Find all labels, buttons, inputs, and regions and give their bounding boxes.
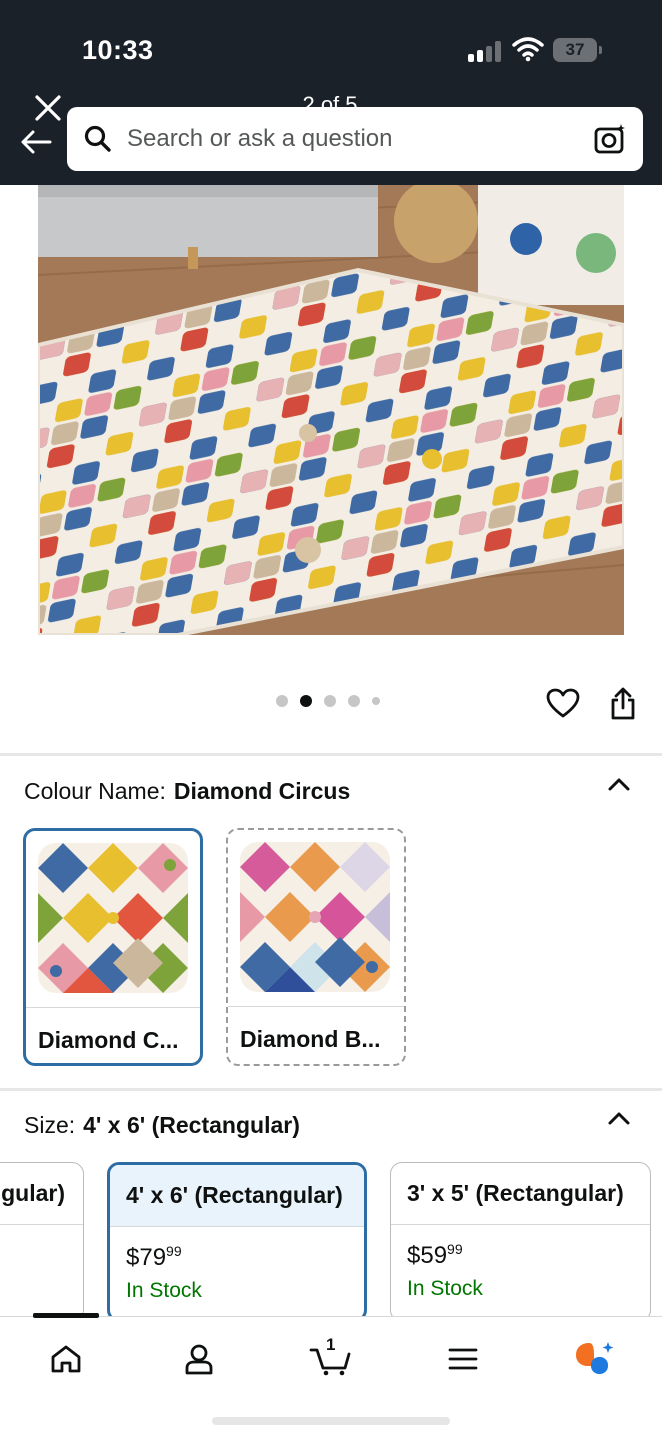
colour-name-label: Colour Name: — [24, 778, 166, 804]
size-option-stock: In Stock — [126, 1279, 202, 1302]
swatch-label: Diamond C... — [38, 1027, 179, 1053]
cellular-signal-icon — [468, 40, 504, 62]
product-image[interactable] — [38, 185, 624, 635]
colour-swatch-diamond-circus[interactable]: Diamond C... — [23, 828, 203, 1066]
swatch-label: Diamond B... — [240, 1026, 381, 1052]
section-divider — [0, 753, 662, 756]
size-option-4x6[interactable]: 4' x 6' (Rectangular) $7999 In Stock — [107, 1162, 367, 1322]
colour-name-heading: Colour Name: Diamond Circus — [24, 778, 350, 805]
account-icon — [185, 1344, 213, 1375]
nav-account[interactable] — [171, 1335, 227, 1383]
rug-pattern-thumbnail — [240, 842, 390, 992]
size-option-price: $7999 — [126, 1243, 182, 1272]
search-icon — [84, 125, 111, 152]
share-icon — [611, 687, 635, 720]
search-bar[interactable] — [67, 107, 643, 171]
size-option-stock: In Stock — [407, 1277, 483, 1300]
size-value: 4' x 6' (Rectangular) — [83, 1112, 300, 1138]
pagination-dot[interactable] — [324, 695, 336, 707]
nav-home[interactable] — [38, 1335, 94, 1383]
swatch-separator — [228, 1006, 404, 1007]
rug-pattern-thumbnail — [38, 843, 188, 993]
price-cents: 99 — [166, 1243, 182, 1259]
app-header: 10:33 37 2 of 5 — [0, 0, 662, 185]
nav-menu[interactable] — [435, 1335, 491, 1383]
price-cents: 99 — [447, 1241, 463, 1257]
rufus-assistant-icon — [576, 1342, 614, 1374]
swatch-thumbnail — [240, 842, 390, 992]
colour-collapse-button[interactable] — [606, 771, 632, 797]
rug-photo — [38, 185, 624, 635]
size-heading: Size: 4' x 6' (Rectangular) — [24, 1112, 300, 1139]
cart-count-badge: 1 — [326, 1335, 336, 1354]
active-tab-indicator — [33, 1313, 99, 1318]
search-input[interactable] — [127, 125, 591, 153]
pagination-dot[interactable] — [348, 695, 360, 707]
home-icon — [51, 1345, 81, 1373]
colour-name-value: Diamond Circus — [173, 778, 351, 804]
pagination-dot[interactable] — [372, 697, 380, 705]
swatch-separator — [26, 1007, 200, 1008]
chevron-up-icon — [608, 1112, 630, 1125]
chevron-up-icon — [608, 778, 630, 791]
size-label: Size: — [24, 1112, 76, 1138]
wishlist-button[interactable] — [543, 683, 583, 723]
price-dollars: $59 — [407, 1242, 448, 1269]
colour-swatch-diamond-b[interactable]: Diamond B... — [226, 828, 406, 1066]
size-collapse-button[interactable] — [606, 1105, 632, 1131]
size-option-3x5[interactable]: 3' x 5' (Rectangular) $5999 In Stock — [390, 1162, 651, 1322]
section-divider — [0, 1088, 662, 1091]
wifi-icon — [512, 37, 544, 62]
pagination-dot[interactable] — [300, 695, 312, 707]
home-indicator — [212, 1417, 450, 1425]
size-option-label: gular) — [0, 1163, 83, 1225]
heart-icon — [546, 688, 580, 718]
status-time: 10:33 — [82, 35, 154, 65]
size-option-label: 4' x 6' (Rectangular) — [110, 1165, 364, 1227]
size-option-partial[interactable]: gular) — [0, 1162, 84, 1322]
size-option-label: 3' x 5' (Rectangular) — [391, 1163, 650, 1225]
swatch-thumbnail — [38, 843, 188, 993]
image-pagination-dots[interactable] — [276, 695, 380, 707]
close-icon — [35, 95, 61, 121]
camera-lens-icon — [594, 124, 625, 154]
pagination-dot[interactable] — [276, 695, 288, 707]
back-arrow-icon — [21, 130, 52, 154]
back-button[interactable] — [16, 122, 56, 162]
battery-indicator: 37 — [553, 38, 602, 62]
price-dollars: $79 — [126, 1244, 167, 1271]
nav-cart[interactable]: 1 — [303, 1335, 359, 1383]
nav-rufus-assistant[interactable] — [566, 1335, 622, 1383]
size-option-price: $5999 — [407, 1241, 463, 1270]
share-button[interactable] — [603, 682, 643, 724]
menu-icon — [448, 1348, 478, 1370]
camera-search-button[interactable] — [591, 120, 629, 158]
